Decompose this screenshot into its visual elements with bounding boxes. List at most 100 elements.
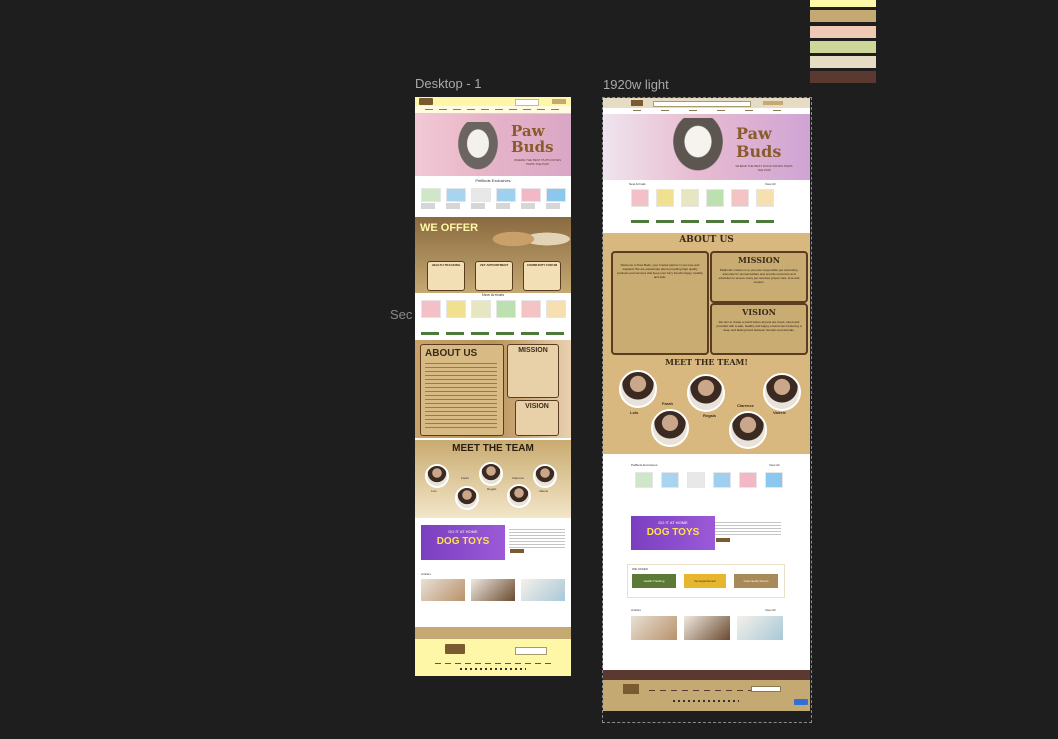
product-card[interactable] (631, 189, 649, 207)
article-image[interactable] (521, 579, 565, 601)
nav-links[interactable] (425, 109, 565, 110)
product-card[interactable] (661, 472, 679, 488)
light-board[interactable]: Paw Buds WHERE THE BEST DOGS ROVES PAWS … (603, 98, 810, 711)
product-card[interactable] (713, 472, 731, 488)
promo-button[interactable] (510, 549, 524, 553)
add-to-cart-button[interactable] (471, 332, 489, 335)
newsletter-input[interactable] (751, 686, 781, 692)
frame-label-partial[interactable]: Sec (390, 307, 412, 322)
product-card[interactable] (446, 300, 466, 318)
product-card[interactable] (471, 188, 491, 202)
product-card[interactable] (765, 472, 783, 488)
offer-card-health[interactable]: Health Tracking (632, 574, 676, 588)
hero-banner: Paw Buds WHERE THE BEST PUPS ROVES PAWS … (415, 114, 571, 176)
social-icons[interactable] (673, 700, 739, 702)
swatch-beige[interactable] (810, 56, 876, 68)
product-card[interactable] (731, 189, 749, 207)
add-to-cart-button[interactable] (706, 220, 724, 223)
new-arrivals-row (421, 300, 566, 338)
add-to-cart-button[interactable] (681, 220, 699, 223)
social-icons[interactable] (460, 668, 526, 670)
promo-text-lines (509, 529, 565, 549)
desktop-1-board[interactable]: Paw Buds WHERE THE BEST PUPS ROVES PAWS … (415, 97, 571, 676)
add-to-cart-button[interactable] (446, 332, 464, 335)
product-card[interactable] (706, 189, 724, 207)
article-image[interactable] (631, 616, 677, 640)
nav-links[interactable] (633, 110, 783, 111)
hero-title-buds: Buds (736, 142, 782, 161)
footer-links[interactable] (435, 663, 551, 664)
team-member-name: Valerie (773, 410, 786, 415)
frame-size-badge[interactable] (794, 699, 808, 705)
promo-text-lines (715, 522, 781, 536)
product-card[interactable] (471, 300, 491, 318)
search-input[interactable] (653, 101, 751, 107)
about-body-lines (425, 363, 497, 429)
swatch-yellow[interactable] (810, 0, 876, 7)
account-icon[interactable] (763, 101, 783, 105)
team-avatar (651, 409, 689, 447)
add-to-cart-button[interactable] (496, 332, 514, 335)
frame-label-desktop[interactable]: Desktop - 1 (415, 76, 481, 91)
swatch-dark-brown[interactable] (810, 71, 876, 83)
offer-card-vet[interactable]: Vet Appointment (684, 574, 726, 588)
footer-logo[interactable] (445, 644, 465, 654)
offer-card-health[interactable]: HEALTH TRACKING (427, 261, 465, 291)
search-input[interactable] (515, 99, 539, 106)
add-to-cart-button[interactable] (756, 220, 774, 223)
product-card[interactable] (687, 472, 705, 488)
product-card[interactable] (496, 300, 516, 318)
view-all-link[interactable]: View All (765, 608, 775, 612)
product-card[interactable] (421, 188, 441, 202)
product-card[interactable] (546, 188, 566, 202)
about-title: ABOUT US (679, 235, 734, 245)
add-to-cart-button[interactable] (731, 220, 749, 223)
brand-logo[interactable] (631, 100, 643, 106)
article-image[interactable] (471, 579, 515, 601)
hero-dog-image (453, 122, 503, 176)
top-header (603, 98, 810, 108)
promo-button[interactable] (716, 538, 730, 542)
team-member-name: Lois (431, 489, 437, 493)
add-to-cart-button[interactable] (546, 332, 564, 335)
product-card[interactable] (681, 189, 699, 207)
promo-line1: DO IT AT HOME (658, 520, 688, 525)
swatch-peach[interactable] (810, 26, 876, 38)
hero-dog-image (665, 118, 731, 180)
team-member-name: Farah (461, 476, 469, 480)
footer-logo[interactable] (623, 684, 639, 694)
newsletter-input[interactable] (515, 647, 547, 655)
product-card[interactable] (446, 188, 466, 202)
product-card[interactable] (521, 300, 541, 318)
add-to-cart-button[interactable] (421, 332, 439, 335)
cart-icon[interactable] (552, 99, 566, 104)
exclusives-product-row (421, 188, 566, 214)
add-to-cart-button[interactable] (656, 220, 674, 223)
add-to-cart-button[interactable] (631, 220, 649, 223)
add-to-cart-button[interactable] (521, 332, 539, 335)
brand-logo[interactable] (419, 98, 433, 105)
view-all-link[interactable]: View All (769, 463, 779, 467)
product-card[interactable] (756, 189, 774, 207)
product-card[interactable] (546, 300, 566, 318)
offer-card-forum[interactable]: COMMUNITY FORUM (523, 261, 561, 291)
about-card: ABOUT US (420, 344, 504, 436)
offer-card-vet[interactable]: VET APPOINTMENT (475, 261, 513, 291)
article-image[interactable] (684, 616, 730, 640)
product-card[interactable] (521, 188, 541, 202)
offer-card-forum[interactable]: Community Forum (734, 574, 778, 588)
product-card[interactable] (635, 472, 653, 488)
product-card[interactable] (739, 472, 757, 488)
frame-label-light[interactable]: 1920w light (603, 77, 669, 92)
promo-banner[interactable]: DO IT AT HOME DOG TOYS (631, 516, 715, 550)
promo-line2: DOG TOYS (436, 536, 490, 547)
swatch-tan[interactable] (810, 10, 876, 22)
view-all-link[interactable]: View All (765, 182, 775, 186)
promo-banner[interactable]: DO IT AT HOME DOG TOYS (421, 525, 505, 560)
article-image[interactable] (737, 616, 783, 640)
product-card[interactable] (496, 188, 516, 202)
product-card[interactable] (421, 300, 441, 318)
swatch-olive[interactable] (810, 41, 876, 53)
product-card[interactable] (656, 189, 674, 207)
article-image[interactable] (421, 579, 465, 601)
